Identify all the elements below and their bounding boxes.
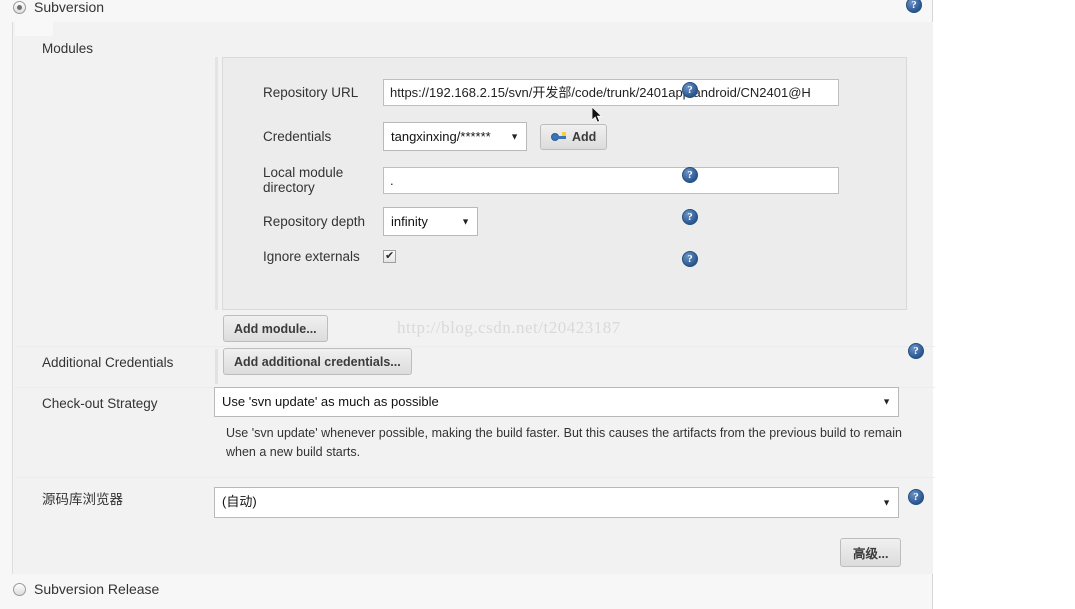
repository-browser-select-value: (自动) bbox=[222, 494, 257, 509]
help-icon-repository-url[interactable]: ? bbox=[682, 82, 698, 98]
repository-url-input[interactable]: https://192.168.2.15/svn/开发部/code/trunk/… bbox=[383, 79, 839, 106]
modules-group-box: Repository URL https://192.168.2.15/svn/… bbox=[222, 57, 907, 310]
chevron-down-icon-checkout-strategy: ▼ bbox=[882, 396, 891, 407]
field-local-module-directory: Local module directory . bbox=[223, 165, 906, 195]
scm-option-subversion[interactable]: Subversion bbox=[13, 0, 104, 18]
label-repository-depth: Repository depth bbox=[263, 214, 366, 229]
modules-column-separator bbox=[215, 57, 218, 310]
checkout-strategy-select[interactable]: Use 'svn update' as much as possible ▼ bbox=[214, 387, 899, 417]
row-label-additional-credentials: Additional Credentials bbox=[42, 355, 174, 370]
label-credentials: Credentials bbox=[263, 129, 332, 144]
svn-scm-config-screen: Subversion ? Modules Repository URL http… bbox=[0, 0, 1075, 609]
credentials-select[interactable]: tangxinxing/****** ▼ bbox=[383, 122, 527, 151]
field-repository-depth: Repository depth infinity ▼ bbox=[223, 207, 906, 236]
subversion-config-body-inner: Modules Repository URL https://192.168.2… bbox=[14, 22, 935, 574]
row-additional-credentials: Additional Credentials bbox=[14, 354, 214, 372]
label-ignore-externals: Ignore externals bbox=[263, 249, 360, 264]
key-icon bbox=[551, 131, 567, 143]
help-icon-ignore-externals[interactable]: ? bbox=[682, 251, 698, 267]
local-module-directory-input[interactable]: . bbox=[383, 166, 839, 194]
field-credentials: Credentials tangxinxing/****** ▼ Add bbox=[223, 122, 906, 151]
checkout-strategy-description: Use 'svn update' whenever possible, maki… bbox=[226, 426, 902, 459]
repository-depth-select-value: infinity bbox=[391, 214, 428, 229]
help-icon-repository-depth[interactable]: ? bbox=[682, 209, 698, 225]
row-label-modules: Modules bbox=[42, 41, 94, 56]
ignore-externals-checkbox[interactable] bbox=[383, 249, 396, 263]
divider-3 bbox=[14, 477, 935, 478]
add-module-button[interactable]: Add module... bbox=[223, 315, 328, 342]
divider-1 bbox=[14, 346, 935, 347]
help-icon-scm[interactable]: ? bbox=[906, 0, 922, 13]
chevron-down-icon-repository-browser: ▼ bbox=[882, 497, 891, 507]
row-modules: Modules bbox=[14, 40, 214, 58]
row-checkout-strategy: Check-out Strategy bbox=[14, 395, 214, 413]
checkout-strategy-select-value: Use 'svn update' as much as possible bbox=[222, 394, 439, 409]
repository-depth-select[interactable]: infinity ▼ bbox=[383, 207, 478, 236]
additional-credentials-separator bbox=[215, 349, 218, 384]
row-label-repository-browser: 源码库浏览器 bbox=[42, 492, 123, 507]
field-repository-url: Repository URL https://192.168.2.15/svn/… bbox=[223, 79, 906, 106]
chevron-down-icon-repository-depth: ▼ bbox=[461, 216, 470, 226]
add-additional-credentials-button-label: Add additional credentials... bbox=[234, 354, 401, 369]
advanced-button-label: 高级... bbox=[853, 547, 889, 561]
help-icon-local-module-directory[interactable]: ? bbox=[682, 167, 698, 183]
radio-subversion-release[interactable] bbox=[13, 582, 26, 596]
watermark-text: http://blog.csdn.net/t20423187 bbox=[397, 318, 621, 337]
chevron-down-icon-credentials: ▼ bbox=[510, 131, 519, 141]
config-page-column: Subversion ? Modules Repository URL http… bbox=[0, 0, 935, 609]
radio-subversion[interactable] bbox=[13, 0, 26, 14]
help-icon-repository-browser[interactable]: ? bbox=[908, 489, 924, 505]
repository-browser-select[interactable]: (自动) ▼ bbox=[214, 487, 899, 518]
add-credentials-button[interactable]: Add bbox=[540, 123, 608, 150]
help-icon-additional-credentials[interactable]: ? bbox=[908, 343, 924, 359]
row-repository-browser: 源码库浏览器 bbox=[14, 491, 214, 509]
scm-option-subversion-release-label: Subversion Release bbox=[34, 581, 160, 597]
add-credentials-button-label: Add bbox=[572, 129, 597, 144]
credentials-select-value: tangxinxing/****** bbox=[391, 129, 491, 144]
field-ignore-externals: Ignore externals bbox=[223, 249, 906, 264]
row-label-checkout-strategy: Check-out Strategy bbox=[42, 396, 158, 411]
label-repository-url: Repository URL bbox=[263, 85, 359, 100]
scm-option-subversion-label: Subversion bbox=[34, 0, 105, 15]
add-additional-credentials-button[interactable]: Add additional credentials... bbox=[223, 348, 412, 375]
label-local-module-directory: Local module directory bbox=[263, 165, 344, 195]
subversion-config-body: Modules Repository URL https://192.168.2… bbox=[12, 22, 935, 574]
scm-option-subversion-release[interactable]: Subversion Release bbox=[13, 578, 159, 600]
advanced-button[interactable]: 高级... bbox=[840, 538, 902, 567]
body-notch bbox=[15, 22, 53, 36]
add-module-button-label: Add module... bbox=[234, 321, 317, 336]
